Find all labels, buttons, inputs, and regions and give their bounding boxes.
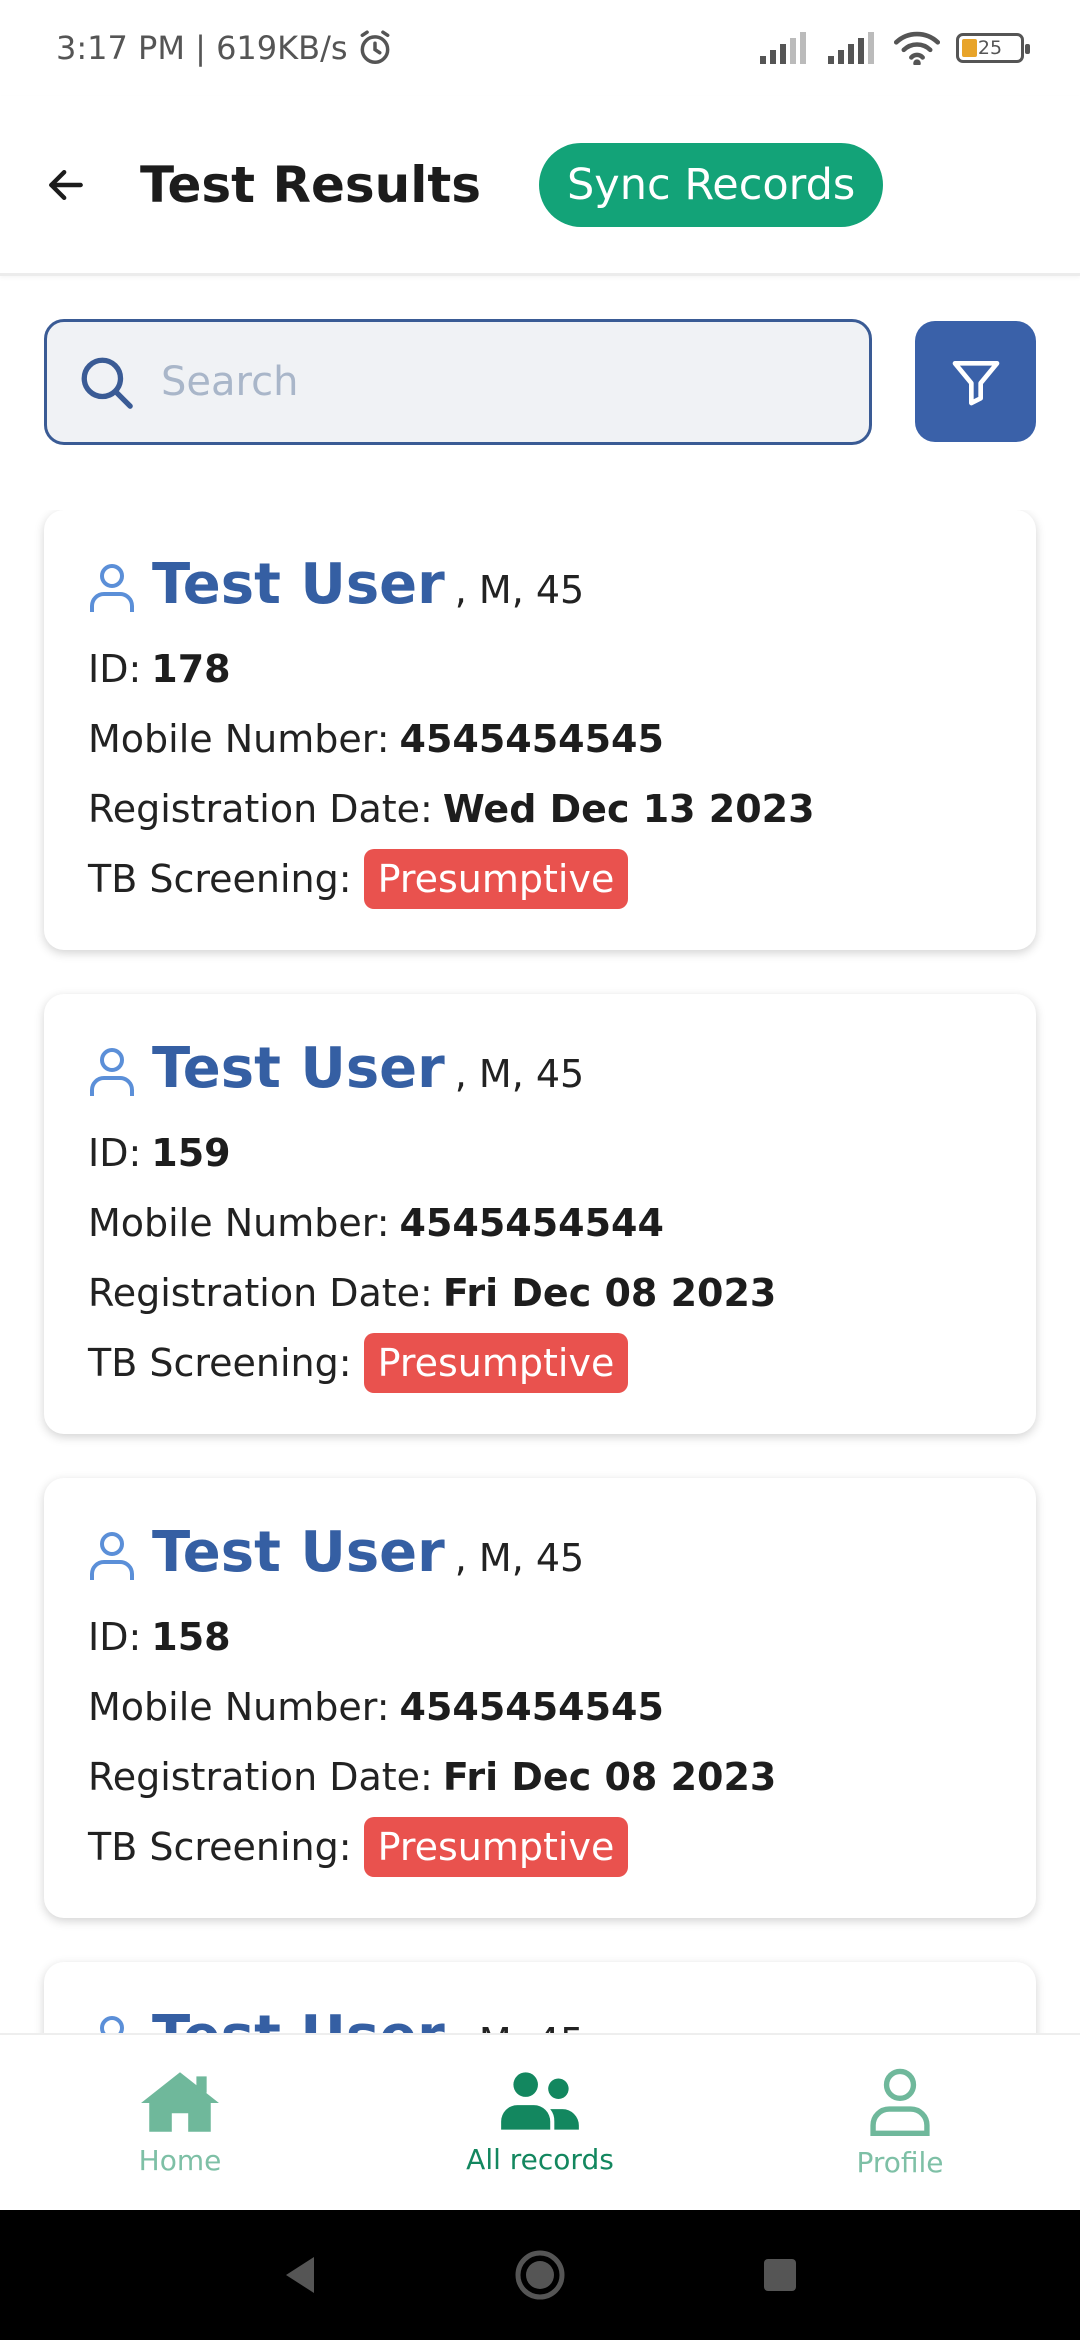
tb-label: TB Screening:: [88, 1825, 352, 1869]
nav-all-records-label: All records: [466, 2143, 614, 2176]
record-header: Test User , M, 45: [88, 1036, 992, 1108]
record-date-row: Registration Date: Fri Dec 08 2023: [88, 1752, 992, 1802]
signal-icon: [760, 32, 806, 64]
user-icon: [90, 1048, 134, 1096]
id-label: ID:: [88, 647, 142, 691]
record-header: Test User , M, 45: [88, 552, 992, 624]
search-input[interactable]: [161, 359, 811, 405]
status-right: 25: [758, 31, 1030, 65]
tb-label: TB Screening:: [88, 857, 352, 901]
record-meta: , M, 45: [454, 1536, 585, 1580]
record-header: Test User , M, 45: [88, 2004, 992, 2033]
record-date-row: Registration Date: Fri Dec 08 2023: [88, 1268, 992, 1318]
record-meta: , M, 45: [454, 568, 585, 612]
record-name: Test User: [152, 2004, 445, 2033]
record-tb-row: TB Screening: Presumptive: [88, 1333, 992, 1393]
mobile-label: Mobile Number:: [88, 717, 390, 761]
record-reg-date: Fri Dec 08 2023: [442, 1755, 777, 1799]
system-recents-button[interactable]: [740, 2235, 820, 2315]
record-card[interactable]: Test User , M, 45: [44, 1962, 1036, 2033]
record-reg-date: Fri Dec 08 2023: [442, 1271, 777, 1315]
record-mobile-row: Mobile Number: 4545454544: [88, 1198, 992, 1248]
record-meta: , M, 45: [454, 1052, 585, 1096]
profile-icon: [870, 2068, 930, 2136]
mobile-label: Mobile Number:: [88, 1201, 390, 1245]
filter-button[interactable]: [915, 321, 1036, 442]
circle-home-icon: [515, 2250, 565, 2300]
users-icon: [501, 2072, 579, 2130]
record-tb-row: TB Screening: Presumptive: [88, 849, 992, 909]
back-button[interactable]: [36, 155, 96, 215]
record-header: Test User , M, 45: [88, 1520, 992, 1592]
reg-date-label: Registration Date:: [88, 787, 433, 831]
system-home-button[interactable]: [500, 2235, 580, 2315]
triangle-back-icon: [286, 2257, 314, 2293]
app-header: Test Results Sync Records: [0, 96, 1080, 276]
home-icon: [141, 2072, 219, 2132]
record-card[interactable]: Test User , M, 45 ID: 158 Mobile Number:…: [44, 1478, 1036, 1918]
arrow-left-icon: [49, 169, 83, 200]
record-id: 158: [151, 1615, 231, 1659]
status-left: 3:17 PM | 619KB/s: [56, 29, 394, 67]
status-badge: Presumptive: [363, 849, 629, 909]
sync-records-button[interactable]: Sync Records: [539, 142, 884, 227]
battery-icon: 25: [956, 33, 1030, 63]
record-name: Test User: [152, 552, 445, 617]
record-name: Test User: [152, 1036, 445, 1101]
record-id-row: ID: 158: [88, 1612, 992, 1662]
nav-home[interactable]: Home: [0, 2035, 360, 2210]
record-id: 159: [151, 1131, 231, 1175]
record-mobile: 4545454544: [399, 1201, 664, 1245]
search-box[interactable]: [44, 319, 872, 445]
record-date-row: Registration Date: Wed Dec 13 2023: [88, 784, 992, 834]
battery-level: 25: [977, 37, 1003, 59]
square-recents-icon: [764, 2259, 796, 2291]
record-mobile-row: Mobile Number: 4545454545: [88, 1682, 992, 1732]
record-mobile-row: Mobile Number: 4545454545: [88, 714, 992, 764]
reg-date-label: Registration Date:: [88, 1755, 433, 1799]
search-icon: [81, 357, 133, 409]
user-icon: [100, 2016, 124, 2033]
alarm-icon: [360, 30, 389, 64]
status-bar: 3:17 PM | 619KB/s 25: [0, 0, 1080, 96]
user-icon: [90, 564, 134, 612]
record-id-row: ID: 178: [88, 644, 992, 694]
status-time-speed: 3:17 PM | 619KB/s: [56, 29, 348, 67]
id-label: ID:: [88, 1615, 142, 1659]
reg-date-label: Registration Date:: [88, 1271, 433, 1315]
nav-profile-label: Profile: [856, 2146, 944, 2179]
system-nav-bar: [0, 2210, 1080, 2340]
nav-home-label: Home: [138, 2144, 222, 2177]
record-name: Test User: [152, 1520, 445, 1585]
record-card[interactable]: Test User , M, 45 ID: 178 Mobile Number:…: [44, 510, 1036, 950]
filter-icon: [952, 360, 999, 405]
record-tb-row: TB Screening: Presumptive: [88, 1817, 992, 1877]
record-id-row: ID: 159: [88, 1128, 992, 1178]
system-back-button[interactable]: [260, 2235, 340, 2315]
record-mobile: 4545454545: [399, 717, 664, 761]
user-icon: [90, 1532, 134, 1580]
bottom-nav: Home All records Profile: [0, 2033, 1080, 2210]
record-reg-date: Wed Dec 13 2023: [442, 787, 815, 831]
record-mobile: 4545454545: [399, 1685, 664, 1729]
signal-icon: [828, 32, 874, 64]
page-title: Test Results: [140, 155, 482, 214]
record-card[interactable]: Test User , M, 45 ID: 159 Mobile Number:…: [44, 994, 1036, 1434]
records-list[interactable]: Test User , M, 45 ID: 178 Mobile Number:…: [0, 510, 1080, 2033]
tb-label: TB Screening:: [88, 1341, 352, 1385]
nav-all-records[interactable]: All records: [360, 2035, 720, 2210]
status-badge: Presumptive: [363, 1817, 629, 1877]
wifi-icon: [894, 31, 940, 65]
mobile-label: Mobile Number:: [88, 1685, 390, 1729]
status-badge: Presumptive: [363, 1333, 629, 1393]
nav-profile[interactable]: Profile: [720, 2035, 1080, 2210]
id-label: ID:: [88, 1131, 142, 1175]
record-meta: , M, 45: [455, 2020, 584, 2033]
record-id: 178: [151, 647, 231, 691]
